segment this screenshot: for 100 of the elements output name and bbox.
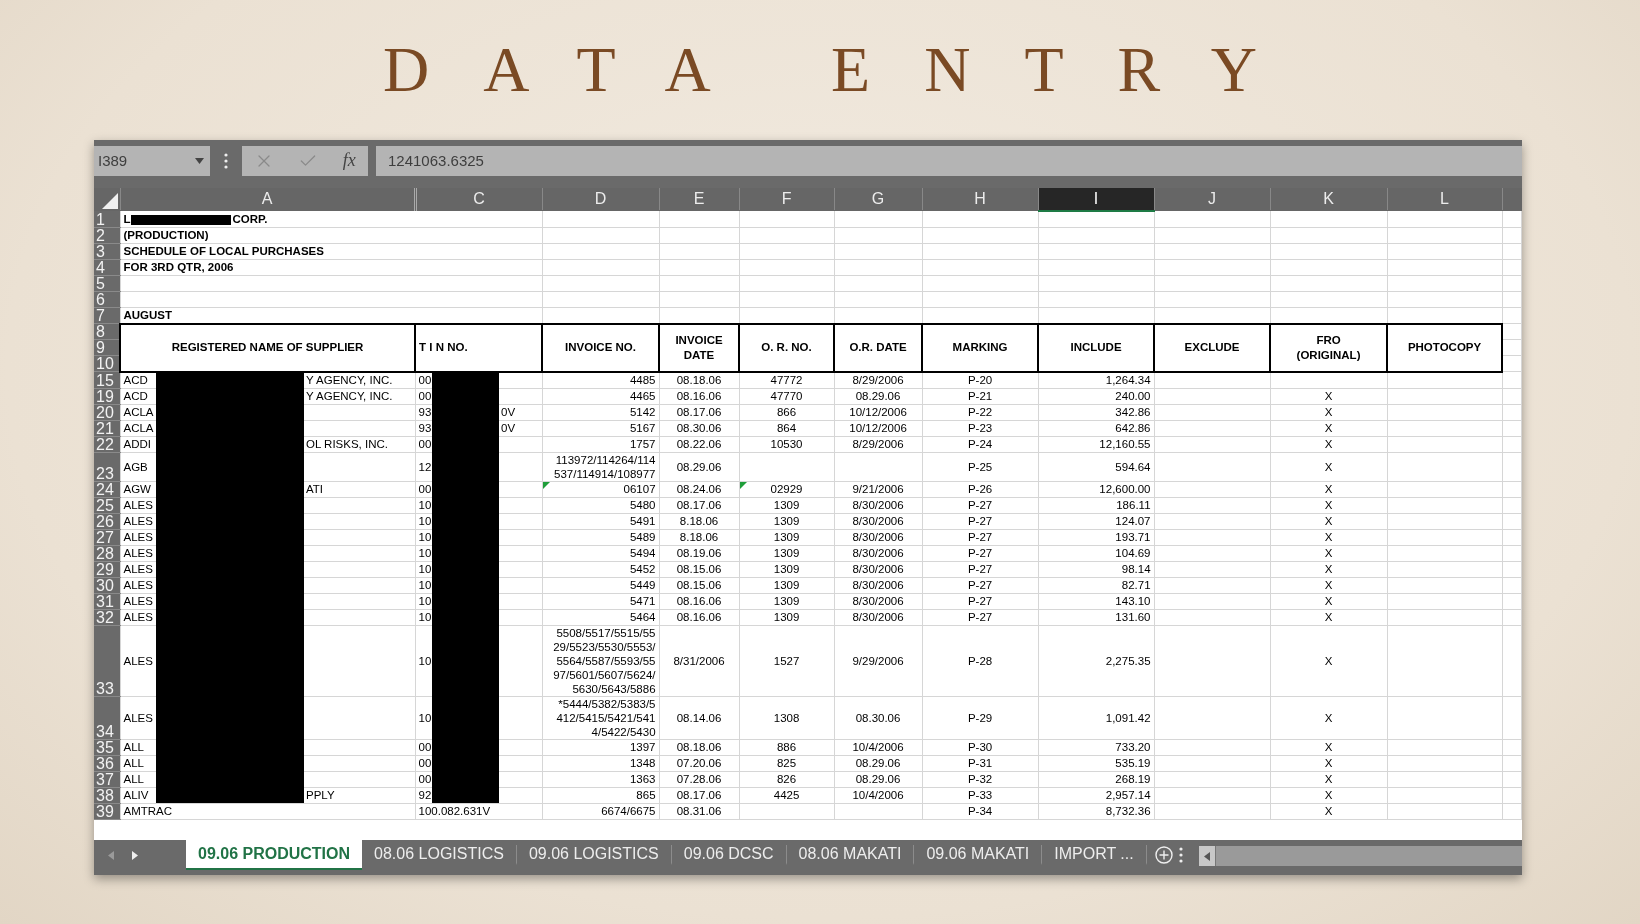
receipt-number-cell: 1309 bbox=[739, 561, 835, 578]
receipt-number-cell: 1309 bbox=[739, 497, 835, 514]
receipt-number-cell: 1309 bbox=[739, 577, 835, 594]
date-cell: 08.18.06 bbox=[659, 371, 740, 389]
mark-cell: X bbox=[1270, 625, 1388, 697]
table-cell: AGB bbox=[120, 452, 156, 482]
sheet-tab[interactable]: 09.06 PRODUCTION bbox=[186, 840, 363, 870]
invoice-number-cell: 5489 bbox=[542, 529, 660, 546]
marking-cell: P-26 bbox=[922, 481, 1039, 498]
sheet-tab[interactable]: 09.06 DCSC bbox=[671, 845, 787, 865]
mark-cell: X bbox=[1270, 513, 1388, 530]
invoice-number-cell: 1363 bbox=[542, 771, 660, 788]
date-cell: 08.30.06 bbox=[834, 696, 923, 740]
column-header[interactable]: G bbox=[834, 187, 923, 211]
invoice-number-cell: 06107 bbox=[542, 481, 660, 498]
formula-input[interactable]: 1241063.6325 bbox=[376, 146, 1522, 176]
name-box[interactable]: I389 bbox=[94, 146, 210, 176]
mark-cell: X bbox=[1270, 452, 1388, 482]
amount-cell: 98.14 bbox=[1038, 561, 1155, 578]
date-cell: 8/30/2006 bbox=[834, 497, 923, 514]
add-sheet-icon[interactable] bbox=[1154, 846, 1173, 864]
row-number[interactable]: 23 bbox=[94, 452, 120, 482]
column-heading: PHOTOCOPY bbox=[1407, 340, 1482, 356]
caret-icon bbox=[195, 157, 204, 164]
marking-cell: P-27 bbox=[922, 577, 1039, 594]
date-cell: 08.29.06 bbox=[834, 755, 923, 772]
table-cell: Y AGENCY, INC. bbox=[304, 371, 415, 389]
mark-cell: X bbox=[1270, 771, 1388, 788]
scroll-right-icon[interactable] bbox=[132, 850, 138, 860]
date-cell: 08.24.06 bbox=[659, 481, 740, 498]
invoice-number-cell: 5167 bbox=[542, 420, 660, 437]
invoice-number-cell: 4465 bbox=[542, 388, 660, 405]
invoice-number-cell: 5494 bbox=[542, 545, 660, 562]
table-cell: ALL bbox=[120, 771, 156, 788]
amount-cell: 1,264.34 bbox=[1038, 371, 1155, 389]
receipt-number-cell: 02929 bbox=[739, 481, 835, 498]
table-cell: ALL bbox=[120, 755, 156, 772]
scroll-left-icon[interactable] bbox=[1203, 851, 1210, 861]
marking-cell: P-27 bbox=[922, 529, 1039, 546]
amount-cell: 2,957.14 bbox=[1038, 787, 1155, 804]
date-cell: 8/30/2006 bbox=[834, 609, 923, 626]
receipt-number-cell: 10530 bbox=[739, 436, 835, 453]
sheet-tab[interactable]: 09.06 MAKATI bbox=[914, 845, 1043, 865]
date-cell: 8/31/2006 bbox=[659, 625, 740, 697]
column-heading: INCLUDE bbox=[1070, 340, 1122, 356]
column-header[interactable]: E bbox=[659, 187, 740, 211]
insert-function-button[interactable]: fx bbox=[342, 150, 356, 172]
table-cell: ADDI bbox=[120, 436, 156, 453]
column-header[interactable]: H bbox=[922, 187, 1039, 211]
date-cell: 08.17.06 bbox=[659, 404, 740, 421]
column-header[interactable]: K bbox=[1270, 187, 1388, 211]
table-cell: ALES bbox=[120, 593, 156, 610]
date-cell: 8.18.06 bbox=[659, 529, 740, 546]
date-cell: 08.31.06 bbox=[659, 803, 740, 820]
amount-cell: 82.71 bbox=[1038, 577, 1155, 594]
column-heading: INVOICE DATE bbox=[675, 332, 723, 363]
amount-cell: 733.20 bbox=[1038, 739, 1155, 756]
marking-cell: P-31 bbox=[922, 755, 1039, 772]
sheet-tab[interactable]: 09.06 LOGISTICS bbox=[516, 845, 672, 865]
more-icon[interactable] bbox=[1178, 847, 1183, 863]
sheet-tab[interactable]: 08.06 LOGISTICS bbox=[362, 845, 517, 865]
column-header[interactable]: A bbox=[120, 187, 415, 211]
receipt-number-cell: 866 bbox=[739, 404, 835, 421]
row-number[interactable]: 33 bbox=[94, 625, 120, 697]
mark-cell: X bbox=[1270, 739, 1388, 756]
column-header[interactable]: D bbox=[542, 187, 660, 211]
invoice-number-cell: *5444/5382/5383/5412/5415/5421/5414/5422/5430 bbox=[542, 696, 660, 740]
table-cell: 100.082.631V bbox=[415, 803, 543, 820]
more-icon[interactable] bbox=[224, 152, 228, 169]
sheet-tab[interactable]: 08.06 MAKATI bbox=[786, 845, 915, 865]
horizontal-scrollbar[interactable] bbox=[1198, 846, 1522, 866]
mark-cell: X bbox=[1270, 529, 1388, 546]
invoice-number-cell: 5452 bbox=[542, 561, 660, 578]
mark-cell: X bbox=[1270, 593, 1388, 610]
date-cell: 8.18.06 bbox=[659, 513, 740, 530]
column-heading: O. R. NO. bbox=[761, 340, 812, 356]
date-cell: 08.30.06 bbox=[659, 420, 740, 437]
invoice-number-cell: 5142 bbox=[542, 404, 660, 421]
date-cell: 8/30/2006 bbox=[834, 513, 923, 530]
amount-cell: 12,160.55 bbox=[1038, 436, 1155, 453]
column-header[interactable]: F bbox=[739, 187, 835, 211]
column-header[interactable]: L bbox=[1387, 187, 1503, 211]
column-header[interactable]: I bbox=[1038, 187, 1155, 211]
date-cell: 8/30/2006 bbox=[834, 561, 923, 578]
mark-cell: X bbox=[1270, 545, 1388, 562]
column-heading: REGISTERED NAME OF SUPPLIER bbox=[171, 340, 364, 356]
mark-cell: X bbox=[1270, 577, 1388, 594]
column-header[interactable]: C bbox=[415, 187, 543, 211]
table-cell: ALES bbox=[120, 529, 156, 546]
select-all-icon[interactable] bbox=[100, 191, 118, 210]
invoice-number-cell: 5464 bbox=[542, 609, 660, 626]
row-number[interactable]: 34 bbox=[94, 696, 120, 740]
column-header[interactable]: J bbox=[1154, 187, 1271, 211]
table-cell: ALES bbox=[120, 497, 156, 514]
sheet-tab[interactable]: IMPORT ... bbox=[1042, 845, 1147, 865]
receipt-number-cell: 1309 bbox=[739, 593, 835, 610]
mark-cell: X bbox=[1270, 803, 1388, 820]
receipt-number-cell: 1527 bbox=[739, 625, 835, 697]
amount-cell: 131.60 bbox=[1038, 609, 1155, 626]
amount-cell: 535.19 bbox=[1038, 755, 1155, 772]
